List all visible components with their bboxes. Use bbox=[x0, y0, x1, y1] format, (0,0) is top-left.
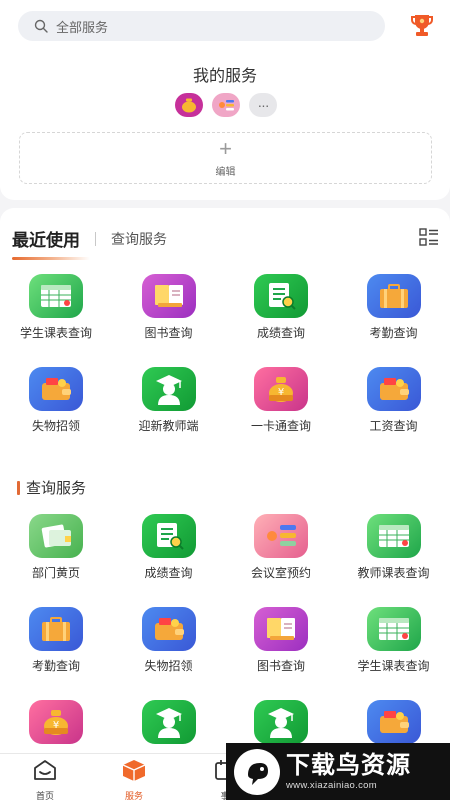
graduate-icon bbox=[254, 700, 308, 744]
query-app-item[interactable]: 失物招领 bbox=[113, 607, 226, 700]
tab-recent[interactable]: 最近使用 bbox=[12, 226, 90, 260]
query-app-item[interactable]: 图书查询 bbox=[225, 607, 338, 700]
svg-text:¥: ¥ bbox=[53, 720, 59, 731]
query-section-header: 查询服务 bbox=[17, 477, 86, 498]
meeting-room-icon bbox=[219, 100, 234, 111]
nav-home-label: 首页 bbox=[35, 791, 54, 800]
query-app-label: 学生课表查询 bbox=[357, 659, 430, 673]
query-app-item[interactable]: 考勤查询 bbox=[0, 607, 113, 700]
query-app-label: 成绩查询 bbox=[144, 566, 193, 580]
query-app-item[interactable]: 会议室预约 bbox=[225, 514, 338, 607]
book-icon bbox=[141, 274, 196, 318]
nav-services[interactable]: 服务 bbox=[104, 758, 164, 800]
plus-icon: + bbox=[219, 136, 232, 161]
query-app-label: 会议室预约 bbox=[250, 566, 311, 580]
recent-app-label: 考勤查询 bbox=[369, 326, 418, 340]
recent-app-label: 一卡通查询 bbox=[250, 419, 311, 433]
recent-app-item[interactable]: 学生课表查询 bbox=[0, 274, 113, 367]
spreadsheet-icon bbox=[366, 607, 421, 651]
nav-home[interactable]: 首页 bbox=[15, 758, 75, 800]
report-search-icon bbox=[254, 274, 308, 318]
graduate-icon bbox=[141, 367, 196, 411]
query-section-title: 查询服务 bbox=[26, 480, 87, 497]
watermark-title: 下载鸟资源 bbox=[286, 752, 411, 779]
watermark-url: www.xiazainiao.com bbox=[286, 780, 377, 791]
wallet-icon bbox=[141, 607, 196, 651]
query-app-item[interactable]: 成绩查询 bbox=[113, 514, 226, 607]
edit-button[interactable]: + 编辑 bbox=[19, 132, 432, 184]
recent-app-item[interactable]: 考勤查询 bbox=[338, 274, 450, 367]
query-app-label: 部门黄页 bbox=[31, 566, 80, 580]
money-bag-icon: ¥ bbox=[29, 700, 83, 744]
section-marker bbox=[17, 480, 20, 495]
recent-app-label: 失物招领 bbox=[31, 419, 80, 433]
my-services-card: 我的服务 ··· + 编辑 bbox=[0, 50, 450, 200]
recent-apps-grid: 学生课表查询 图书查询 成绩查询 考勤查询失物招领 迎新教师端 ¥ 一卡通查询 工资查询 bbox=[0, 274, 450, 460]
trophy-icon[interactable] bbox=[410, 12, 434, 38]
query-app-label: 失物招领 bbox=[144, 659, 193, 673]
spreadsheet-icon bbox=[29, 274, 83, 318]
top-bar: 全部服务 bbox=[0, 0, 450, 50]
wallet-icon bbox=[366, 700, 421, 744]
money-bag-icon bbox=[182, 98, 196, 113]
nav-services-label: 服务 bbox=[124, 791, 143, 800]
tab-divider bbox=[95, 231, 96, 246]
tab-query[interactable]: 查询服务 bbox=[111, 229, 167, 249]
query-app-label: 教师课表查询 bbox=[357, 566, 430, 580]
report-search-icon bbox=[141, 514, 196, 558]
cube-icon bbox=[122, 760, 146, 781]
recent-app-item[interactable]: 失物招领 bbox=[0, 367, 113, 460]
recent-app-item[interactable]: ¥ 一卡通查询 bbox=[225, 367, 338, 460]
book-icon bbox=[254, 607, 308, 651]
list-view-icon[interactable] bbox=[419, 228, 439, 246]
watermark-banner: 下载鸟资源 www.xiazainiao.com bbox=[226, 743, 450, 800]
query-app-label: 考勤查询 bbox=[31, 659, 80, 673]
edit-label: 编辑 bbox=[215, 167, 236, 178]
service-tabs: 最近使用 查询服务 bbox=[12, 226, 167, 260]
svg-text:¥: ¥ bbox=[278, 387, 284, 398]
recent-app-label: 成绩查询 bbox=[256, 326, 305, 340]
my-services-chips: ··· bbox=[175, 93, 277, 117]
money-bag-icon: ¥ bbox=[254, 367, 308, 411]
recent-app-item[interactable]: 工资查询 bbox=[338, 367, 450, 460]
my-services-title: 我的服务 bbox=[192, 68, 257, 85]
phonebook-icon bbox=[29, 514, 83, 558]
graduate-icon bbox=[141, 700, 196, 744]
search-bar[interactable]: 全部服务 bbox=[18, 11, 385, 41]
query-app-item[interactable]: ¥ bbox=[0, 700, 113, 753]
wallet-icon bbox=[29, 367, 83, 411]
my-service-chip-2[interactable] bbox=[212, 93, 240, 117]
briefcase-icon bbox=[29, 607, 83, 651]
more-button[interactable]: ··· bbox=[249, 93, 277, 117]
services-panel: 最近使用 查询服务 学生课表查询 图书查询 成绩查询 考勤查询 失物招领 迎新教师端 ¥ 一卡… bbox=[0, 208, 450, 753]
meeting-room-icon bbox=[254, 514, 308, 558]
watermark-text: 下载鸟资源 www.xiazainiao.com bbox=[286, 752, 411, 791]
recent-app-item[interactable]: 成绩查询 bbox=[225, 274, 338, 367]
query-app-item[interactable]: 教师课表查询 bbox=[338, 514, 450, 607]
home-icon bbox=[34, 760, 56, 780]
briefcase-icon bbox=[366, 274, 421, 318]
spreadsheet-icon bbox=[366, 514, 421, 558]
recent-app-item[interactable]: 图书查询 bbox=[113, 274, 226, 367]
recent-app-label: 迎新教师端 bbox=[138, 419, 199, 433]
query-apps-grid: 部门黄页 成绩查询 会议室预约 教师课表查询考勤查询 失物招领 图书查询 学生课表查询 ¥ bbox=[0, 514, 450, 753]
recent-app-label: 学生课表查询 bbox=[19, 326, 92, 340]
query-app-label: 图书查询 bbox=[256, 659, 305, 673]
recent-app-label: 图书查询 bbox=[144, 326, 193, 340]
query-app-item[interactable]: 学生课表查询 bbox=[338, 607, 450, 700]
my-service-chip-1[interactable] bbox=[175, 93, 203, 117]
wallet-icon bbox=[366, 367, 421, 411]
query-app-item[interactable]: 部门黄页 bbox=[0, 514, 113, 607]
query-app-item[interactable] bbox=[113, 700, 226, 753]
bird-logo-icon bbox=[234, 748, 280, 795]
recent-app-item[interactable]: 迎新教师端 bbox=[113, 367, 226, 460]
recent-app-label: 工资查询 bbox=[369, 419, 418, 433]
search-icon bbox=[34, 19, 48, 33]
search-placeholder: 全部服务 bbox=[56, 19, 109, 35]
